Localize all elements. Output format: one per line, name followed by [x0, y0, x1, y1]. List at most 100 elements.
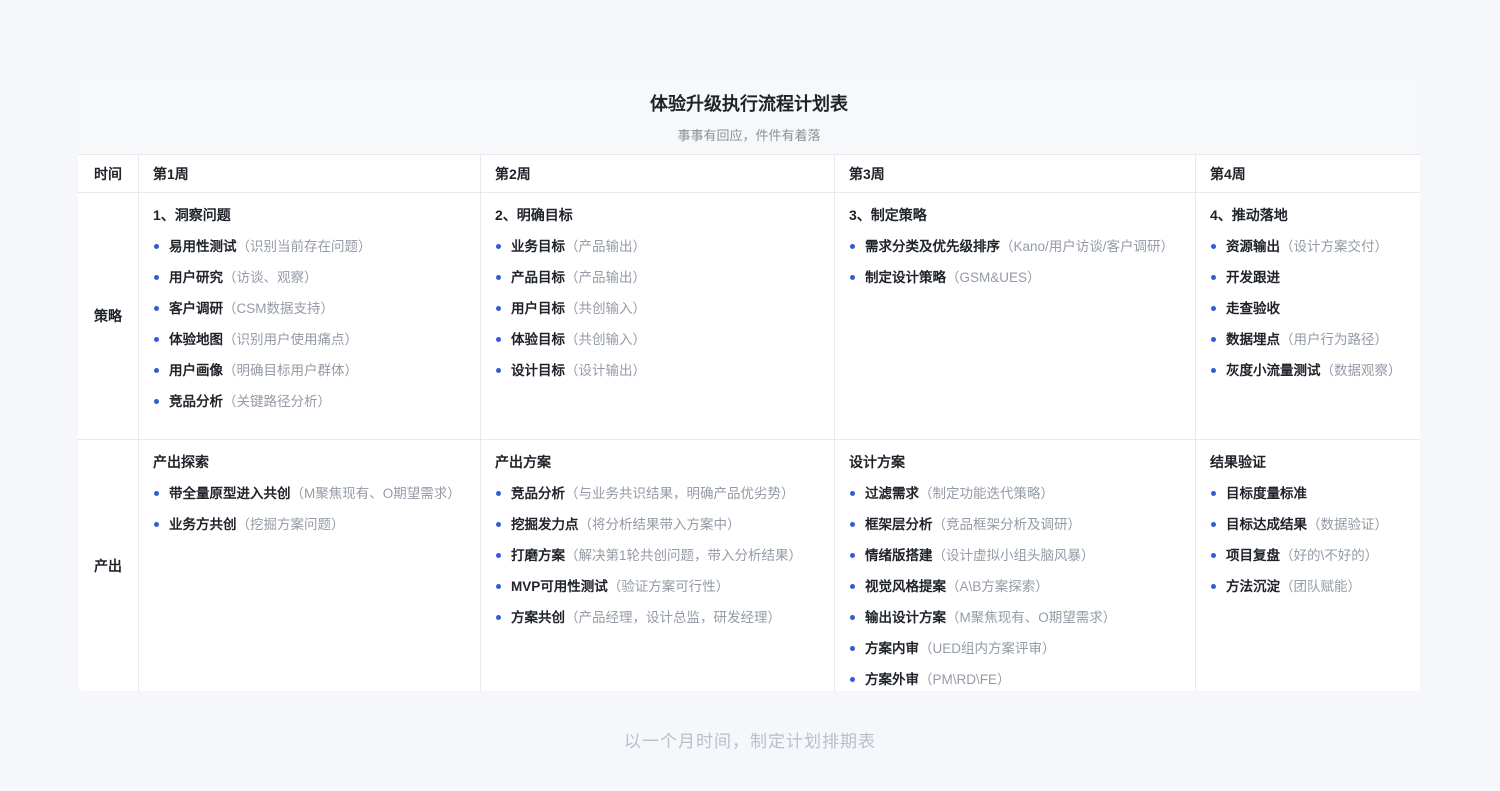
- list-item: 设计目标（设计输出）: [495, 362, 826, 379]
- item-title: 项目复盘: [1226, 547, 1280, 564]
- output-cell-week4: 结果验证 目标度量标准 目标达成结果（数据验证） 项目复盘（好的\不好的） 方法…: [1196, 440, 1420, 691]
- row-label-strategy: 策略: [78, 193, 139, 440]
- plan-card: 体验升级执行流程计划表 事事有回应，件件有着落 时间 第1周 第2周 第3周 第…: [78, 78, 1420, 691]
- item-note: （数据验证）: [1307, 516, 1388, 533]
- item-note: （M聚焦现有、O期望需求）: [291, 485, 461, 502]
- list-item: 带全量原型进入共创（M聚焦现有、O期望需求）: [153, 485, 472, 502]
- item-note: （与业务共识结果，明确产品优劣势）: [565, 485, 795, 502]
- item-note: （UED组内方案评审）: [919, 640, 1056, 657]
- item-title: 产品目标: [511, 269, 565, 286]
- item-note: （A\B方案探索）: [946, 578, 1049, 595]
- item-title: 用户画像: [169, 362, 223, 379]
- list-item: 方案共创（产品经理，设计总监，研发经理）: [495, 609, 826, 626]
- item-note: （设计虚拟小组头脑风暴）: [933, 547, 1095, 564]
- item-note: （验证方案可行性）: [608, 578, 730, 595]
- list-item: 方法沉淀（团队赋能）: [1210, 578, 1412, 595]
- bullet-dot-icon: [1211, 553, 1216, 558]
- item-title: 业务方共创: [169, 516, 237, 533]
- page-title: 体验升级执行流程计划表: [78, 92, 1420, 117]
- list-item: 开发跟进: [1210, 269, 1412, 286]
- item-title: 目标度量标准: [1226, 485, 1307, 502]
- list-item: 走查验收: [1210, 300, 1412, 317]
- bullet-dot-icon: [1211, 244, 1216, 249]
- item-title: 挖掘发力点: [511, 516, 579, 533]
- bullet-list: 带全量原型进入共创（M聚焦现有、O期望需求） 业务方共创（挖掘方案问题）: [153, 485, 472, 533]
- bullet-dot-icon: [1211, 584, 1216, 589]
- section-heading: 2、明确目标: [495, 207, 826, 224]
- list-item: 项目复盘（好的\不好的）: [1210, 547, 1412, 564]
- bullet-dot-icon: [496, 275, 501, 280]
- bullet-list: 资源输出（设计方案交付） 开发跟进 走查验收 数据埋点（用户行为路径） 灰度小流…: [1210, 238, 1412, 379]
- bullet-dot-icon: [496, 615, 501, 620]
- list-item: 方案内审（UED组内方案评审）: [849, 640, 1187, 657]
- section-heading: 设计方案: [849, 454, 1187, 471]
- list-item: 体验地图（识别用户使用痛点）: [153, 331, 472, 348]
- item-note: （M聚焦现有、O期望需求）: [946, 609, 1116, 626]
- item-note: （用户行为路径）: [1280, 331, 1388, 348]
- bullet-dot-icon: [154, 306, 159, 311]
- list-item: 竞品分析（关键路径分析）: [153, 393, 472, 410]
- section-heading: 1、洞察问题: [153, 207, 472, 224]
- bullet-dot-icon: [496, 522, 501, 527]
- bullet-dot-icon: [154, 399, 159, 404]
- item-note: （PM\RD\FE）: [919, 671, 1011, 688]
- item-title: 方案内审: [865, 640, 919, 657]
- bullet-dot-icon: [496, 584, 501, 589]
- bullet-list: 目标度量标准 目标达成结果（数据验证） 项目复盘（好的\不好的） 方法沉淀（团队…: [1210, 485, 1412, 595]
- list-item: 用户研究（访谈、观察）: [153, 269, 472, 286]
- page-subtitle: 事事有回应，件件有着落: [78, 125, 1420, 144]
- item-title: 框架层分析: [865, 516, 933, 533]
- list-item: 制定设计策略（GSM&UES）: [849, 269, 1187, 286]
- output-cell-week3: 设计方案 过滤需求（制定功能迭代策略） 框架层分析（竞品框架分析及调研） 情绪版…: [835, 440, 1196, 691]
- item-title: 数据埋点: [1226, 331, 1280, 348]
- item-title: 灰度小流量测试: [1226, 362, 1321, 379]
- list-item: 目标度量标准: [1210, 485, 1412, 502]
- item-title: 输出设计方案: [865, 609, 946, 626]
- item-title: 需求分类及优先级排序: [865, 238, 1000, 255]
- item-title: 体验目标: [511, 331, 565, 348]
- bullet-dot-icon: [850, 553, 855, 558]
- item-title: 设计目标: [511, 362, 565, 379]
- bullet-dot-icon: [1211, 306, 1216, 311]
- bullet-dot-icon: [850, 677, 855, 682]
- bullet-list: 过滤需求（制定功能迭代策略） 框架层分析（竞品框架分析及调研） 情绪版搭建（设计…: [849, 485, 1187, 688]
- output-cell-week1: 产出探索 带全量原型进入共创（M聚焦现有、O期望需求） 业务方共创（挖掘方案问题…: [139, 440, 481, 691]
- bullet-dot-icon: [1211, 368, 1216, 373]
- item-title: 方法沉淀: [1226, 578, 1280, 595]
- week-header-4: 第4周: [1196, 155, 1420, 193]
- section-heading: 4、推动落地: [1210, 207, 1412, 224]
- list-item: 挖掘发力点（将分析结果带入方案中）: [495, 516, 826, 533]
- item-title: 目标达成结果: [1226, 516, 1307, 533]
- item-title: 体验地图: [169, 331, 223, 348]
- section-heading: 产出方案: [495, 454, 826, 471]
- item-note: （GSM&UES）: [946, 269, 1041, 286]
- week-header-3: 第3周: [835, 155, 1196, 193]
- item-title: 业务目标: [511, 238, 565, 255]
- strategy-cell-week3: 3、制定策略 需求分类及优先级排序（Kano/用户访谈/客户调研） 制定设计策略…: [835, 193, 1196, 440]
- item-title: 用户研究: [169, 269, 223, 286]
- item-title: 情绪版搭建: [865, 547, 933, 564]
- item-title: 走查验收: [1226, 300, 1280, 317]
- output-cell-week2: 产出方案 竞品分析（与业务共识结果，明确产品优劣势） 挖掘发力点（将分析结果带入…: [481, 440, 835, 691]
- bullet-dot-icon: [154, 491, 159, 496]
- item-note: （挖掘方案问题）: [237, 516, 345, 533]
- bullet-dot-icon: [850, 522, 855, 527]
- list-item: 产品目标（产品输出）: [495, 269, 826, 286]
- item-note: （解决第1轮共创问题，带入分析结果）: [565, 547, 802, 564]
- item-title: 过滤需求: [865, 485, 919, 502]
- bullet-dot-icon: [1211, 275, 1216, 280]
- strategy-cell-week4: 4、推动落地 资源输出（设计方案交付） 开发跟进 走查验收 数据埋点（用户行为路…: [1196, 193, 1420, 440]
- bullet-dot-icon: [850, 646, 855, 651]
- list-item: 资源输出（设计方案交付）: [1210, 238, 1412, 255]
- bullet-dot-icon: [850, 584, 855, 589]
- bullet-dot-icon: [1211, 522, 1216, 527]
- list-item: 用户画像（明确目标用户群体）: [153, 362, 472, 379]
- item-title: 带全量原型进入共创: [169, 485, 291, 502]
- strategy-cell-week1: 1、洞察问题 易用性测试（识别当前存在问题） 用户研究（访谈、观察） 客户调研（…: [139, 193, 481, 440]
- bullet-dot-icon: [154, 275, 159, 280]
- item-note: （好的\不好的）: [1280, 547, 1378, 564]
- list-item: 竞品分析（与业务共识结果，明确产品优劣势）: [495, 485, 826, 502]
- item-note: （设计输出）: [565, 362, 646, 379]
- item-title: 用户目标: [511, 300, 565, 317]
- bullet-dot-icon: [1211, 491, 1216, 496]
